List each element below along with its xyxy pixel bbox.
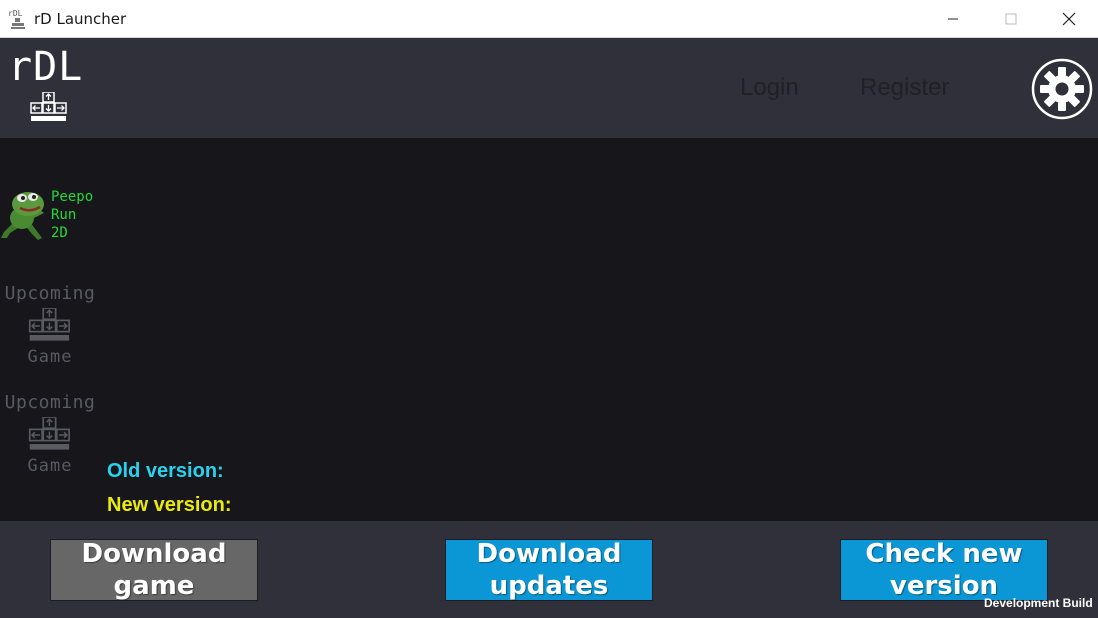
download-game-button[interactable]: Download game <box>50 539 258 601</box>
app-logo-icon: rDL <box>8 9 25 29</box>
old-version-label: Old version: <box>107 460 224 482</box>
upcoming-label: Upcoming <box>4 283 96 304</box>
settings-button[interactable] <box>1031 58 1093 120</box>
sidebar-upcoming-game[interactable]: Upcoming Game <box>0 393 100 493</box>
window-title: rD Launcher <box>34 10 127 28</box>
upcoming-label: Upcoming <box>4 392 96 413</box>
development-build-label: Development Build <box>984 596 1093 610</box>
maximize-button[interactable] <box>982 0 1040 38</box>
sidebar-upcoming-game[interactable]: Upcoming Game <box>0 284 100 384</box>
close-icon <box>1062 12 1076 26</box>
arrow-keys-icon <box>28 308 70 341</box>
game-label: Game <box>27 456 73 476</box>
register-link[interactable]: Register <box>860 74 949 102</box>
svg-text:rDL: rDL <box>8 9 23 18</box>
frog-runner-icon <box>1 192 44 240</box>
sidebar-game-peepo-run[interactable]: Peepo Run 2D <box>0 182 100 242</box>
maximize-icon <box>1005 13 1017 25</box>
game-title: Peepo Run 2D <box>51 189 94 241</box>
game-label: Game <box>27 347 73 367</box>
minimize-button[interactable] <box>924 0 982 38</box>
gear-icon <box>1031 58 1093 120</box>
close-button[interactable] <box>1040 0 1098 38</box>
arrow-keys-icon <box>30 92 67 121</box>
brand-logo-text: rDL <box>8 44 84 90</box>
download-updates-button[interactable]: Download updates <box>445 539 653 601</box>
login-link[interactable]: Login <box>740 74 799 102</box>
window-titlebar: rDL rD Launcher <box>0 0 1098 38</box>
check-new-version-button[interactable]: Check new version <box>840 539 1048 601</box>
minimize-icon <box>948 18 958 20</box>
new-version-label: New version: <box>107 494 232 516</box>
arrow-keys-icon <box>28 417 70 450</box>
